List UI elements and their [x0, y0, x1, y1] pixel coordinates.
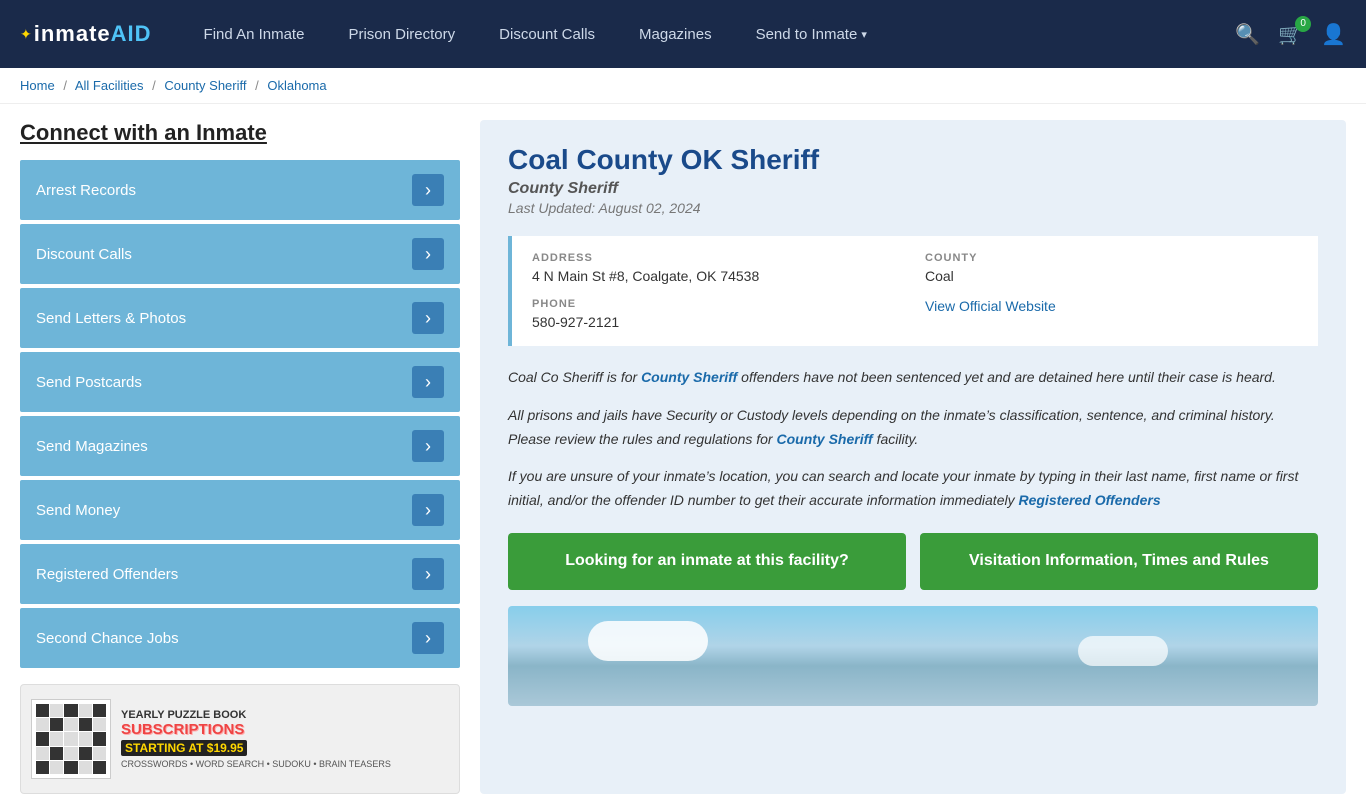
address-value: 4 N Main St #8, Coalgate, OK 74538 — [532, 268, 905, 284]
action-buttons: Looking for an inmate at this facility? … — [508, 533, 1318, 590]
sidebar-item-label: Send Letters & Photos — [36, 310, 186, 327]
facility-updated: Last Updated: August 02, 2024 — [508, 200, 1318, 216]
sidebar-arrow-icon: › — [412, 494, 444, 526]
facility-description: Coal Co Sheriff is for County Sheriff of… — [508, 366, 1318, 513]
sidebar-item-arrest-records[interactable]: Arrest Records › — [20, 160, 460, 220]
breadcrumb-sep-2: / — [152, 78, 156, 93]
nav-send-to-inmate[interactable]: Send to Inmate ▾ — [734, 0, 889, 68]
search-icon: 🔍 — [1235, 22, 1260, 47]
sidebar-item-registered-offenders[interactable]: Registered Offenders › — [20, 544, 460, 604]
facility-detail: Coal County OK Sheriff County Sheriff La… — [480, 120, 1346, 794]
sidebar-menu: Arrest Records › Discount Calls › Send L… — [20, 160, 460, 668]
breadcrumb-county-sheriff[interactable]: County Sheriff — [164, 78, 246, 93]
sidebar-item-label: Discount Calls — [36, 246, 132, 263]
nav-prison-directory[interactable]: Prison Directory — [326, 0, 477, 68]
breadcrumb-home[interactable]: Home — [20, 78, 55, 93]
logo-text: inmateAID — [34, 21, 152, 47]
facility-info-box: ADDRESS 4 N Main St #8, Coalgate, OK 745… — [508, 236, 1318, 346]
main-layout: Connect with an Inmate Arrest Records › … — [0, 104, 1366, 810]
cloud-decoration-1 — [588, 621, 708, 661]
logo-bird-icon: ✦ — [20, 26, 32, 43]
sidebar-item-send-money[interactable]: Send Money › — [20, 480, 460, 540]
sidebar-arrow-icon: › — [412, 366, 444, 398]
sidebar-item-label: Send Magazines — [36, 438, 148, 455]
search-button[interactable]: 🔍 — [1235, 22, 1260, 47]
find-inmate-button[interactable]: Looking for an inmate at this facility? — [508, 533, 906, 590]
official-website-link[interactable]: View Official Website — [925, 298, 1056, 314]
breadcrumb-sep-3: / — [255, 78, 259, 93]
address-label: ADDRESS — [532, 252, 905, 264]
facility-image — [508, 606, 1318, 706]
sidebar-item-label: Registered Offenders — [36, 566, 178, 583]
logo[interactable]: ✦ inmateAID — [20, 21, 152, 47]
nav-discount-calls[interactable]: Discount Calls — [477, 0, 617, 68]
user-button[interactable]: 👤 — [1321, 22, 1346, 47]
ad-content: YEARLY PUZZLE BOOK SUBSCRIPTIONS STARTIN… — [21, 689, 459, 789]
user-icon: 👤 — [1321, 22, 1346, 47]
facility-title: Coal County OK Sheriff — [508, 144, 1318, 176]
ad-puzzle-image — [31, 699, 111, 779]
county-sheriff-link-2[interactable]: County Sheriff — [776, 431, 872, 447]
website-section: View Official Website — [925, 298, 1298, 330]
county-label: COUNTY — [925, 252, 1298, 264]
sidebar-item-send-magazines[interactable]: Send Magazines › — [20, 416, 460, 476]
breadcrumb: Home / All Facilities / County Sheriff /… — [0, 68, 1366, 104]
sidebar-item-label: Send Postcards — [36, 374, 142, 391]
dropdown-caret-icon: ▾ — [861, 28, 867, 41]
sidebar-arrow-icon: › — [412, 430, 444, 462]
sidebar-item-send-letters[interactable]: Send Letters & Photos › — [20, 288, 460, 348]
county-sheriff-link-1[interactable]: County Sheriff — [641, 369, 737, 385]
sidebar-item-second-chance-jobs[interactable]: Second Chance Jobs › — [20, 608, 460, 668]
county-value: Coal — [925, 268, 1298, 284]
registered-offenders-link[interactable]: Registered Offenders — [1018, 492, 1160, 508]
phone-value: 580-927-2121 — [532, 314, 905, 330]
sidebar-item-label: Second Chance Jobs — [36, 630, 179, 647]
ad-text: YEARLY PUZZLE BOOK SUBSCRIPTIONS STARTIN… — [121, 709, 449, 769]
sidebar-arrow-icon: › — [412, 174, 444, 206]
county-section: COUNTY Coal — [925, 252, 1298, 284]
ad-title-subs: SUBSCRIPTIONS — [121, 721, 449, 738]
sidebar-arrow-icon: › — [412, 238, 444, 270]
nav-links: Find An Inmate Prison Directory Discount… — [182, 0, 1236, 68]
sidebar-item-label: Arrest Records — [36, 182, 136, 199]
visitation-info-button[interactable]: Visitation Information, Times and Rules — [920, 533, 1318, 590]
description-paragraph-2: All prisons and jails have Security or C… — [508, 404, 1318, 452]
breadcrumb-all-facilities[interactable]: All Facilities — [75, 78, 144, 93]
sidebar-title: Connect with an Inmate — [20, 120, 460, 146]
sidebar-arrow-icon: › — [412, 302, 444, 334]
cart-button[interactable]: 🛒 0 — [1278, 22, 1303, 47]
sidebar-arrow-icon: › — [412, 558, 444, 590]
description-paragraph-3: If you are unsure of your inmate’s locat… — [508, 465, 1318, 513]
nav-icons: 🔍 🛒 0 👤 — [1235, 22, 1346, 47]
phone-label: PHONE — [532, 298, 905, 310]
puzzle-grid — [36, 704, 106, 774]
ad-title-line1: YEARLY PUZZLE BOOK — [121, 709, 449, 721]
breadcrumb-sep-1: / — [63, 78, 67, 93]
ad-price: STARTING AT $19.95 — [121, 740, 247, 756]
phone-section: PHONE 580-927-2121 — [532, 298, 905, 330]
sidebar-item-label: Send Money — [36, 502, 120, 519]
navbar: ✦ inmateAID Find An Inmate Prison Direct… — [0, 0, 1366, 68]
cart-badge: 0 — [1295, 16, 1311, 32]
nav-find-inmate[interactable]: Find An Inmate — [182, 0, 327, 68]
sidebar-item-send-postcards[interactable]: Send Postcards › — [20, 352, 460, 412]
sidebar-arrow-icon: › — [412, 622, 444, 654]
cloud-decoration-2 — [1078, 636, 1168, 666]
facility-type: County Sheriff — [508, 180, 1318, 198]
address-section: ADDRESS 4 N Main St #8, Coalgate, OK 745… — [532, 252, 905, 284]
sidebar-item-discount-calls[interactable]: Discount Calls › — [20, 224, 460, 284]
nav-magazines[interactable]: Magazines — [617, 0, 734, 68]
advertisement-banner[interactable]: YEARLY PUZZLE BOOK SUBSCRIPTIONS STARTIN… — [20, 684, 460, 794]
sidebar: Connect with an Inmate Arrest Records › … — [20, 120, 460, 794]
description-paragraph-1: Coal Co Sheriff is for County Sheriff of… — [508, 366, 1318, 390]
breadcrumb-state[interactable]: Oklahoma — [267, 78, 326, 93]
